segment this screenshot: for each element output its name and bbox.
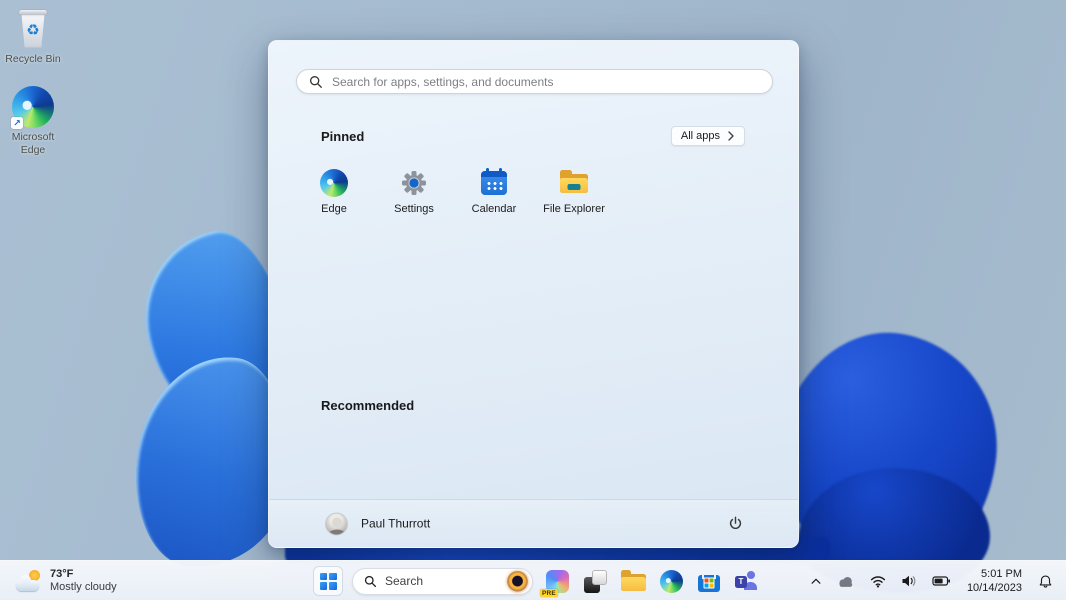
taskbar-search-label: Search xyxy=(385,574,424,588)
desktop-screen: ♻ Recycle Bin ↗ Microsoft Edge Pinned Al… xyxy=(0,0,1066,600)
power-icon xyxy=(729,516,741,530)
desktop-icon-label: Microsoft Edge xyxy=(11,131,55,157)
start-menu: Pinned All apps Edge xyxy=(268,40,799,548)
teams-icon: T xyxy=(735,570,759,592)
teams-button[interactable]: T xyxy=(733,567,761,595)
clock-date: 10/14/2023 xyxy=(966,582,1022,594)
edge-icon xyxy=(659,569,683,593)
weather-temperature: 73°F xyxy=(50,567,74,580)
cloud-icon xyxy=(839,576,853,587)
weather-widget[interactable]: 73°F Mostly cloudy xyxy=(10,561,123,600)
bing-daily-icon xyxy=(507,570,528,592)
edge-icon: ↗ xyxy=(11,86,54,129)
start-search-bar[interactable] xyxy=(296,69,773,94)
calendar-icon xyxy=(480,169,508,197)
battery-button[interactable] xyxy=(929,572,954,590)
start-menu-footer: Paul Thurrott xyxy=(269,499,798,547)
shortcut-arrow-icon: ↗ xyxy=(11,117,23,129)
bell-icon xyxy=(1039,575,1052,588)
folder-icon xyxy=(560,169,588,197)
copilot-button[interactable]: PRE xyxy=(540,567,571,597)
desktop-icon-recycle-bin[interactable]: ♻ Recycle Bin xyxy=(0,8,69,66)
start-search-input[interactable] xyxy=(332,74,760,89)
hidden-icons-button[interactable] xyxy=(807,573,825,589)
network-button[interactable] xyxy=(867,572,889,591)
copilot-pre-badge: PRE xyxy=(540,589,558,597)
store-icon xyxy=(698,574,720,592)
wifi-icon xyxy=(870,575,886,587)
windows-logo-icon xyxy=(319,572,337,590)
pinned-app-calendar[interactable]: Calendar xyxy=(454,167,534,233)
edge-icon xyxy=(320,169,348,197)
pinned-apps-grid: Edge Settings Calendar File Explorer xyxy=(294,167,614,233)
pinned-app-edge[interactable]: Edge xyxy=(294,167,374,233)
all-apps-button[interactable]: All apps xyxy=(670,126,745,146)
desktop-icon-label: Recycle Bin xyxy=(5,53,61,65)
task-view-icon xyxy=(583,569,607,593)
notifications-button[interactable] xyxy=(1035,571,1056,592)
pinned-section-title: Pinned xyxy=(321,129,365,144)
recycle-bin-icon: ♻ xyxy=(16,8,50,50)
battery-icon xyxy=(932,576,950,586)
user-avatar xyxy=(325,512,348,535)
chevron-up-icon xyxy=(811,578,821,584)
desktop-icon-microsoft-edge[interactable]: ↗ Microsoft Edge xyxy=(0,86,69,157)
recommended-section-title: Recommended xyxy=(321,398,415,413)
search-icon xyxy=(364,575,377,587)
edge-button[interactable] xyxy=(657,567,685,595)
clock-time: 5:01 PM xyxy=(981,567,1022,580)
volume-button[interactable] xyxy=(898,571,920,591)
file-explorer-button[interactable] xyxy=(619,567,647,595)
chevron-right-icon xyxy=(728,131,734,141)
taskbar: 73°F Mostly cloudy Search PRE T 5:01 PM … xyxy=(0,560,1066,600)
power-button[interactable] xyxy=(720,509,750,539)
clock[interactable]: 5:01 PM 10/14/2023 xyxy=(963,565,1026,598)
user-name: Paul Thurrott xyxy=(361,516,431,531)
folder-icon xyxy=(620,570,646,593)
weather-condition: Mostly cloudy xyxy=(50,581,117,593)
task-view-button[interactable] xyxy=(581,567,609,595)
gear-icon xyxy=(400,169,428,197)
user-profile-button[interactable]: Paul Thurrott xyxy=(317,508,438,539)
search-icon xyxy=(310,75,322,88)
taskbar-search-box[interactable]: Search xyxy=(352,567,533,595)
pinned-app-settings[interactable]: Settings xyxy=(374,167,454,233)
pinned-app-file-explorer[interactable]: File Explorer xyxy=(534,167,614,233)
onedrive-button[interactable] xyxy=(834,572,858,591)
speaker-icon xyxy=(902,575,916,587)
start-button[interactable] xyxy=(314,567,342,595)
sun-behind-cloud-icon xyxy=(16,568,43,594)
microsoft-store-button[interactable] xyxy=(695,567,723,595)
